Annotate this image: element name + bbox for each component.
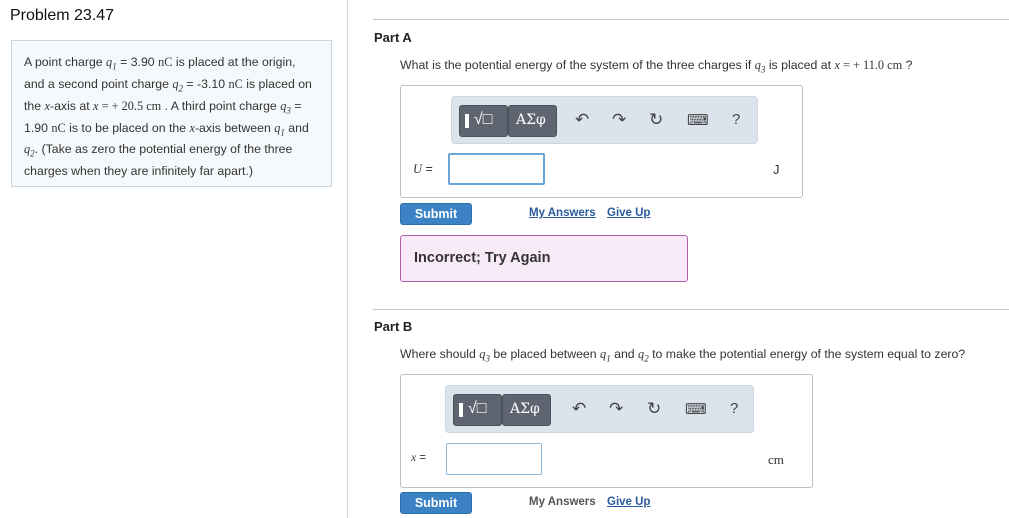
redo-icon[interactable]: ↷ (609, 399, 623, 419)
problem-statement: A point charge q1 = 3.90 nC is placed at… (11, 40, 332, 187)
part-a-answer-box: √□ ΑΣφ ↶ ↷ ↻ ⌨ ? U = J (400, 85, 803, 198)
help-icon[interactable]: ? (732, 111, 740, 128)
part-b-variable-label: x = (411, 452, 427, 464)
part-b-answer-input[interactable] (446, 443, 542, 475)
part-a-feedback-box: Incorrect; Try Again (400, 235, 688, 282)
cursor-bar-icon (459, 403, 463, 417)
part-a-my-answers-link[interactable]: My Answers (529, 207, 596, 219)
q3-symbol: q3 (479, 347, 490, 364)
q1-symbol: q1 (106, 55, 117, 72)
greek-letters-icon: ΑΣφ (516, 112, 546, 128)
q3-symbol: q3 (280, 98, 291, 116)
greek-letters-icon: ΑΣφ (510, 401, 540, 417)
position-value: = + 20.5 cm (98, 98, 162, 113)
feedback-message: Incorrect; Try Again (414, 250, 551, 266)
greek-symbols-button[interactable]: ΑΣφ (502, 394, 551, 426)
part-a-math-toolbar: √□ ΑΣφ ↶ ↷ ↻ ⌨ ? (451, 96, 758, 144)
part-a-rule (373, 19, 1009, 20)
sqrt-template-icon: √□ (474, 111, 493, 128)
problem-title: Problem 23.47 (10, 7, 115, 24)
part-a-title: Part A (374, 30, 412, 45)
q2-symbol: q2 (172, 76, 184, 94)
help-icon[interactable]: ? (730, 400, 738, 417)
part-b-rule (373, 309, 1009, 310)
part-b-title: Part B (374, 319, 413, 334)
part-a-give-up-link[interactable]: Give Up (607, 207, 650, 219)
part-b-my-answers-link[interactable]: My Answers (529, 496, 596, 508)
undo-icon[interactable]: ↶ (572, 399, 586, 419)
nc-unit: nC (51, 120, 66, 135)
part-a-submit-button[interactable]: Submit (400, 203, 472, 225)
statement-text: A point charge (24, 55, 107, 69)
q1-symbol: q1 (274, 120, 285, 138)
part-b-answer-box: √□ ΑΣφ ↶ ↷ ↻ ⌨ ? x = cm (400, 374, 813, 488)
sqrt-template-icon: √□ (468, 400, 487, 417)
q1-symbol: q1 (600, 347, 611, 364)
part-a-question: What is the potential energy of the syst… (400, 58, 913, 75)
part-b-give-up-link[interactable]: Give Up (607, 496, 650, 508)
part-b-math-toolbar: √□ ΑΣφ ↶ ↷ ↻ ⌨ ? (445, 385, 754, 433)
nc-unit: nC (228, 76, 243, 91)
part-b-unit: cm (768, 452, 784, 467)
keyboard-icon[interactable]: ⌨ (687, 111, 709, 129)
part-a-answer-input[interactable] (448, 153, 545, 185)
column-divider (347, 0, 348, 518)
q2-symbol: q2 (638, 347, 649, 364)
part-a-variable-label: U = (413, 162, 433, 176)
q2-symbol: q2 (24, 142, 35, 159)
nc-unit: nC (158, 55, 173, 69)
templates-button[interactable]: √□ (459, 105, 508, 137)
q3-symbol: q3 (754, 58, 766, 75)
part-b-question: Where should q3 be placed between q1 and… (400, 347, 966, 364)
part-b-submit-button[interactable]: Submit (400, 492, 472, 514)
keyboard-icon[interactable]: ⌨ (685, 400, 707, 418)
redo-icon[interactable]: ↷ (612, 110, 626, 130)
undo-icon[interactable]: ↶ (575, 110, 589, 130)
reset-icon[interactable]: ↻ (647, 399, 661, 419)
reset-icon[interactable]: ↻ (649, 110, 663, 130)
cursor-bar-icon (465, 114, 469, 128)
greek-symbols-button[interactable]: ΑΣφ (508, 105, 557, 137)
part-a-unit: J (773, 162, 780, 177)
templates-button[interactable]: √□ (453, 394, 502, 426)
position-value: = + 11.0 cm (839, 58, 903, 72)
